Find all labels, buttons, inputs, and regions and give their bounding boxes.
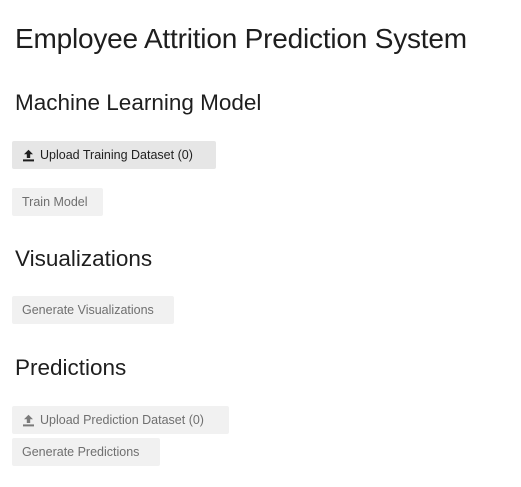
upload-prediction-dataset-label: Upload Prediction Dataset (0) [40,413,204,427]
page-title: Employee Attrition Prediction System [15,23,467,54]
visualizations-section-heading: Visualizations [15,246,153,271]
generate-visualizations-label: Generate Visualizations [22,303,154,317]
generate-predictions-button[interactable]: Generate Predictions [12,438,160,466]
upload-training-dataset-button[interactable]: Upload Training Dataset (0) [12,141,216,169]
app-window: Employee Attrition Prediction System Mac… [0,0,521,487]
upload-prediction-dataset-button[interactable]: Upload Prediction Dataset (0) [12,406,229,434]
predictions-section-heading: Predictions [15,355,127,380]
upload-icon [22,414,35,427]
model-section-heading: Machine Learning Model [15,90,262,115]
generate-visualizations-button[interactable]: Generate Visualizations [12,296,174,324]
upload-training-dataset-label: Upload Training Dataset (0) [40,148,193,162]
train-model-button[interactable]: Train Model [12,188,103,216]
train-model-label: Train Model [22,195,88,209]
generate-predictions-label: Generate Predictions [22,445,140,459]
upload-icon [22,149,35,162]
